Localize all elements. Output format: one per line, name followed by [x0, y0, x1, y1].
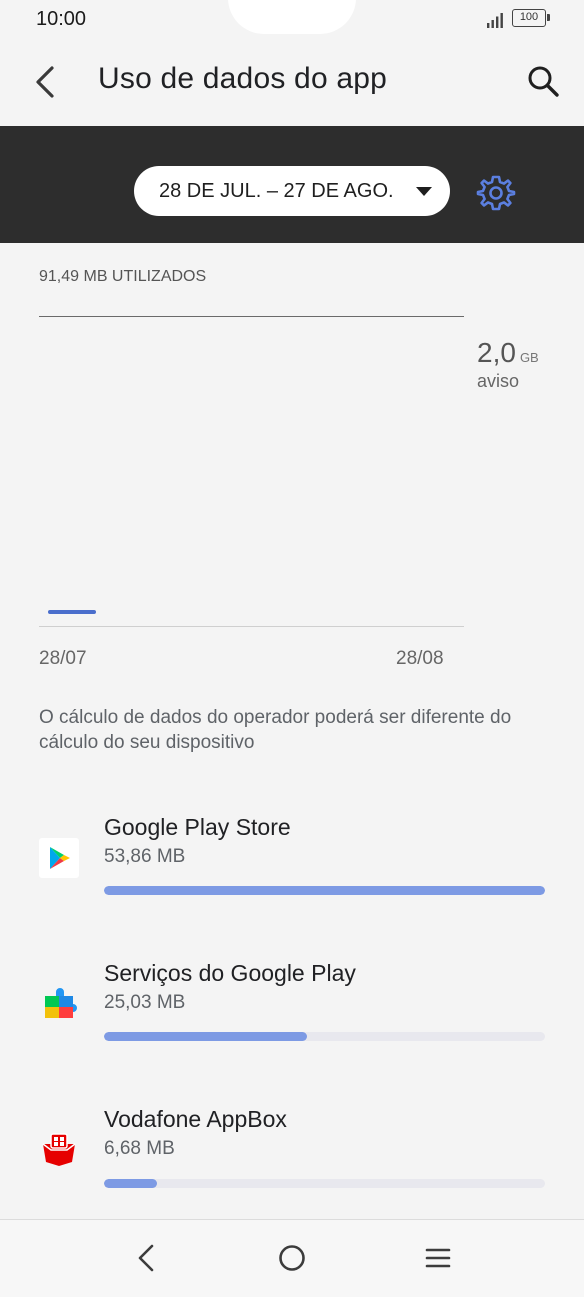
google-play-store-icon — [39, 838, 79, 878]
cycle-filter-band: 28 DE JUL. – 27 DE AGO. — [0, 126, 584, 243]
nav-back-icon[interactable] — [126, 1240, 166, 1276]
app-size: 25,03 MB — [104, 992, 186, 1013]
nav-menu-icon[interactable] — [418, 1240, 458, 1276]
display-notch — [228, 0, 356, 34]
app-row-vodafone-appbox[interactable]: Vodafone AppBox 6,68 MB — [0, 1088, 584, 1208]
usage-total: 91,49 MB UTILIZADOS — [39, 268, 207, 285]
battery-level: 100 — [519, 11, 539, 23]
app-size: 6,68 MB — [104, 1138, 175, 1159]
chart-start-date: 28/07 — [39, 648, 87, 669]
warning-threshold: 2,0 GB — [477, 337, 539, 369]
usage-line-mark — [48, 610, 96, 614]
app-name: Google Play Store — [104, 814, 291, 840]
warning-line — [39, 316, 464, 317]
usage-bar — [104, 1179, 545, 1188]
app-name: Serviços do Google Play — [104, 960, 356, 986]
usage-bar-fill — [104, 886, 545, 895]
cycle-label: 28 DE JUL. – 27 DE AGO. — [159, 180, 394, 202]
carrier-note: O cálculo de dados do operador poderá se… — [39, 707, 512, 753]
app-bar: Uso de dados do app — [0, 40, 584, 126]
warning-unit: GB — [519, 350, 539, 365]
usage-bar-fill — [104, 1179, 157, 1188]
usage-bar — [104, 886, 545, 895]
app-size: 53,86 MB — [104, 846, 186, 867]
signal-bars-icon — [487, 13, 503, 28]
app-row-play-store[interactable]: Google Play Store 53,86 MB — [0, 796, 584, 916]
vodafone-appbox-icon — [42, 1133, 76, 1166]
nav-home-icon[interactable] — [272, 1240, 312, 1276]
page-title: Uso de dados do app — [98, 62, 388, 95]
battery-icon: 100 — [512, 9, 550, 27]
status-time: 10:00 — [36, 8, 87, 30]
chart-end-date: 28/08 — [396, 648, 444, 669]
app-row-play-services[interactable]: Serviços do Google Play 25,03 MB — [0, 942, 584, 1062]
google-play-services-icon — [45, 988, 77, 1018]
chevron-left-icon[interactable] — [30, 62, 60, 102]
warning-label: aviso — [477, 371, 520, 391]
navigation-bar — [0, 1220, 584, 1297]
usage-bar — [104, 1032, 545, 1041]
chart-baseline — [39, 626, 464, 627]
caret-down-icon — [416, 187, 432, 196]
app-name: Vodafone AppBox — [104, 1106, 287, 1132]
usage-bar-fill — [104, 1032, 307, 1041]
status-bar: 10:00 100 — [0, 0, 584, 40]
warning-value: 2,0 — [477, 337, 516, 368]
search-icon[interactable] — [524, 62, 564, 102]
gear-icon[interactable] — [476, 173, 516, 213]
cycle-dropdown[interactable]: 28 DE JUL. – 27 DE AGO. — [134, 166, 450, 216]
